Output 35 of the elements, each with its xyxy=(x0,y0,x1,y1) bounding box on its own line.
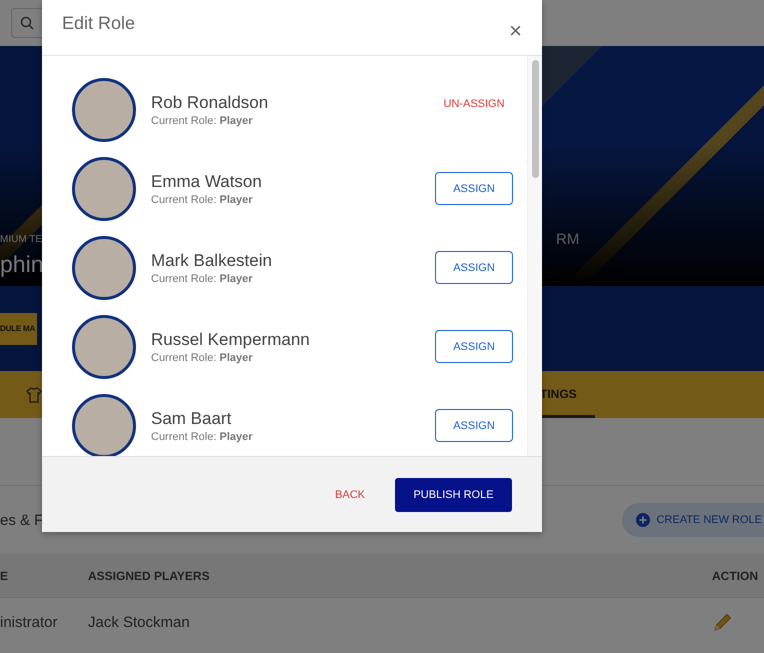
column-header: E xyxy=(0,568,10,582)
pencil-icon[interactable] xyxy=(712,611,734,633)
create-role-button[interactable]: CREATE NEW ROLE xyxy=(622,503,764,537)
assign-button[interactable]: ASSIGN xyxy=(435,330,513,363)
table-cell-text: Jack Stockman xyxy=(88,614,191,630)
section-title: es & F xyxy=(0,512,44,528)
current-role: Current Role: Player xyxy=(151,194,254,206)
current-role: Current Role: Player xyxy=(151,272,254,284)
publish-button[interactable]: PUBLISH ROLE xyxy=(395,478,512,512)
plus-icon xyxy=(636,513,650,527)
player-name: Russel Kempermann xyxy=(151,330,311,350)
hero-text: RM xyxy=(556,231,580,248)
column-header: ASSIGNED PLAYERS xyxy=(88,568,211,582)
table-cell-text: inistrator xyxy=(0,614,59,630)
current-role: Current Role: Player xyxy=(151,114,254,126)
player-name: Rob Ronaldson xyxy=(151,92,270,112)
team-label: MIUM TE xyxy=(0,234,42,245)
dialog-title: Edit Role xyxy=(62,13,136,34)
scrollbar-thumb[interactable] xyxy=(532,60,538,178)
player-name: Emma Watson xyxy=(151,172,263,192)
unassign-button[interactable]: UN-ASSIGN xyxy=(435,87,513,120)
shirt-icon[interactable] xyxy=(26,386,42,402)
player-name: Mark Balkestein xyxy=(151,250,273,270)
team-name: phin xyxy=(0,251,44,278)
close-button[interactable]: × xyxy=(509,18,522,44)
current-role: Current Role: Player xyxy=(151,430,254,442)
search-icon xyxy=(20,16,34,30)
assign-button[interactable]: ASSIGN xyxy=(435,172,513,205)
assign-button[interactable]: ASSIGN xyxy=(435,251,513,284)
schedule-button[interactable]: DULE MA xyxy=(0,312,38,344)
column-header: ACTION xyxy=(712,568,759,582)
assign-button[interactable]: ASSIGN xyxy=(435,409,513,442)
player-name: Sam Baart xyxy=(151,408,232,428)
current-role: Current Role: Player xyxy=(151,352,254,364)
back-button[interactable]: BACK xyxy=(335,488,365,500)
